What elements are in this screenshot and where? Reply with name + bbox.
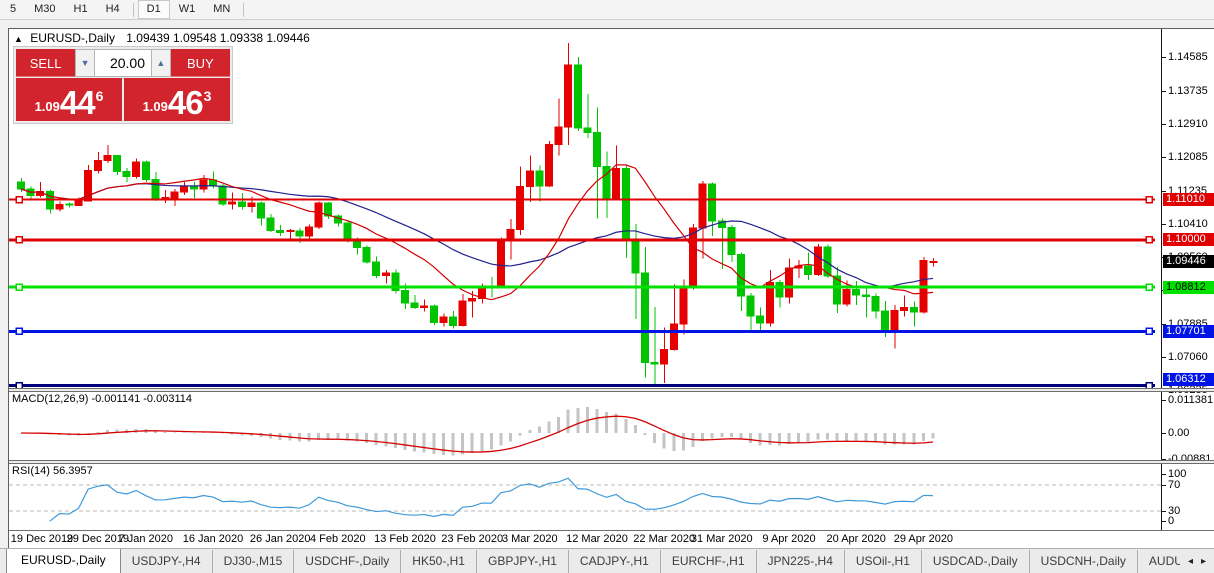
toolbar-separator — [243, 3, 244, 17]
time-axis-label: 29 Apr 2020 — [888, 533, 958, 545]
time-axis-label: 4 Feb 2020 — [303, 533, 373, 545]
tab-jpn225-h4[interactable]: JPN225-,H4 — [757, 550, 845, 573]
one-click-trading-panel: SELL ▼ ▲ BUY 1.09446 1.09463 — [13, 46, 233, 124]
volume-increase-button[interactable]: ▲ — [151, 49, 171, 77]
time-axis-border — [9, 530, 1214, 531]
time-axis[interactable]: 19 Dec 201929 Dec 20197 Jan 202016 Jan 2… — [9, 531, 1161, 548]
chart-header: ▲ EURUSD-,Daily 1.09439 1.09548 1.09338 … — [14, 31, 310, 45]
macd-axis-tick: 0.00 — [1168, 427, 1189, 439]
timeframe-button-h4[interactable]: H4 — [97, 0, 129, 19]
timeframe-button-m30[interactable]: M30 — [25, 0, 64, 19]
rsi-readout: RSI(14) 56.3957 — [12, 465, 93, 477]
rsi-chart[interactable] — [9, 464, 1161, 530]
tab-scroll-arrows: ◂ ▸ — [1180, 549, 1214, 573]
timeframe-button-d1[interactable]: D1 — [138, 0, 170, 19]
buy-price-small: 1.09 — [143, 99, 168, 114]
price-axis[interactable]: 1.145851.137351.129101.120851.112351.104… — [1161, 29, 1214, 530]
timeframe-button-5[interactable]: 5 — [1, 0, 25, 19]
buy-price[interactable]: 1.09463 — [124, 78, 230, 121]
price-axis-tick: 1.10410 — [1168, 218, 1208, 230]
price-axis-tick: 1.13735 — [1168, 85, 1208, 97]
volume-decrease-button[interactable]: ▼ — [75, 49, 95, 77]
pane-separator[interactable] — [9, 460, 1214, 464]
tab-usdcnh-daily[interactable]: USDCNH-,Daily — [1030, 550, 1138, 573]
collapse-panel-icon[interactable]: ▲ — [14, 34, 23, 44]
tab-usoil-h1[interactable]: USOil-,H1 — [845, 550, 922, 573]
volume-input[interactable] — [95, 49, 151, 77]
macd-pane: MACD(12,26,9) -0.001141 -0.003114 — [9, 392, 1161, 460]
tab-usdchf-daily[interactable]: USDCHF-,Daily — [294, 550, 401, 573]
price-tag-1.08812: 1.08812 — [1163, 281, 1214, 294]
price-tag-1.11010: 1.11010 — [1163, 193, 1214, 206]
chart-tabs-bar: EURUSD-,DailyUSDJPY-,H4DJ30-,M15USDCHF-,… — [0, 548, 1214, 573]
sell-price[interactable]: 1.09446 — [16, 78, 122, 121]
price-tag-1.10000: 1.10000 — [1163, 233, 1214, 246]
one-click-top-row: SELL ▼ ▲ BUY — [16, 49, 230, 77]
trading-terminal: 5M30H1H4 D1W1MN ▲ EURUSD-,Daily 1.09439 1… — [0, 0, 1214, 573]
toolbar-separator — [133, 3, 134, 17]
price-axis-tick: 1.12910 — [1168, 118, 1208, 130]
rsi-pane: RSI(14) 56.3957 — [9, 464, 1161, 530]
buy-price-sup: 3 — [204, 88, 212, 104]
tab-usdcad-daily[interactable]: USDCAD-,Daily — [922, 550, 1030, 573]
tab-gbpjpy-h1[interactable]: GBPJPY-,H1 — [477, 550, 569, 573]
price-tag-1.09446: 1.09446 — [1163, 255, 1214, 268]
chart-title: EURUSD-,Daily — [30, 31, 115, 45]
time-axis-label: 13 Feb 2020 — [370, 533, 440, 545]
time-axis-label: 7 Jan 2020 — [111, 533, 181, 545]
down-arrow-icon: ▼ — [81, 58, 90, 68]
tab-cadjpy-h1[interactable]: CADJPY-,H1 — [569, 550, 661, 573]
time-axis-label: 16 Jan 2020 — [178, 533, 248, 545]
sell-price-big: 44 — [60, 88, 95, 118]
time-axis-label: 20 Apr 2020 — [821, 533, 891, 545]
rsi-axis-tick: 70 — [1168, 479, 1180, 491]
timeframe-button-w1[interactable]: W1 — [170, 0, 205, 19]
rsi-axis-tick: 0 — [1168, 515, 1174, 527]
macd-readout: MACD(12,26,9) -0.001141 -0.003114 — [12, 393, 192, 405]
sell-button[interactable]: SELL — [16, 49, 75, 77]
price-axis-tick: 1.14585 — [1168, 51, 1208, 63]
sell-price-sup: 6 — [96, 88, 104, 104]
time-axis-label: 31 Mar 2020 — [687, 533, 757, 545]
tab-dj30-m15[interactable]: DJ30-,M15 — [213, 550, 295, 573]
ohlc-readout: 1.09439 1.09548 1.09338 1.09446 — [126, 31, 310, 45]
time-axis-label: 9 Apr 2020 — [754, 533, 824, 545]
one-click-prices-row: 1.09446 1.09463 — [16, 78, 230, 121]
tab-hk50-h1[interactable]: HK50-,H1 — [401, 550, 477, 573]
time-axis-label: 12 Mar 2020 — [562, 533, 632, 545]
pane-separator[interactable] — [9, 388, 1214, 392]
buy-price-big: 46 — [168, 88, 203, 118]
up-arrow-icon: ▲ — [156, 58, 165, 68]
main-chart-pane: ▲ EURUSD-,Daily 1.09439 1.09548 1.09338 … — [9, 29, 1161, 388]
price-tag-1.07701: 1.07701 — [1163, 325, 1214, 338]
timeframe-button-mn[interactable]: MN — [204, 0, 239, 19]
macd-axis-tick: 0.011381 — [1168, 394, 1213, 406]
tabs-scroll-left-icon[interactable]: ◂ — [1184, 556, 1197, 567]
price-tag-1.06312: 1.06312 — [1163, 373, 1214, 386]
timeframe-button-h1[interactable]: H1 — [65, 0, 97, 19]
sell-price-small: 1.09 — [35, 99, 60, 114]
timeframe-toolbar: 5M30H1H4 D1W1MN — [0, 0, 1214, 20]
tab-eurusd-daily[interactable]: EURUSD-,Daily — [6, 548, 121, 573]
time-axis-label: 3 Mar 2020 — [495, 533, 565, 545]
chart-window: ▲ EURUSD-,Daily 1.09439 1.09548 1.09338 … — [8, 28, 1214, 548]
tab-eurchf-h1[interactable]: EURCHF-,H1 — [661, 550, 757, 573]
buy-button[interactable]: BUY — [171, 49, 230, 77]
tabs-scroll-right-icon[interactable]: ▸ — [1197, 556, 1210, 567]
tab-usdjpy-h4[interactable]: USDJPY-,H4 — [121, 550, 213, 573]
price-axis-tick: 1.07060 — [1168, 351, 1208, 363]
price-axis-tick: 1.12085 — [1168, 151, 1208, 163]
